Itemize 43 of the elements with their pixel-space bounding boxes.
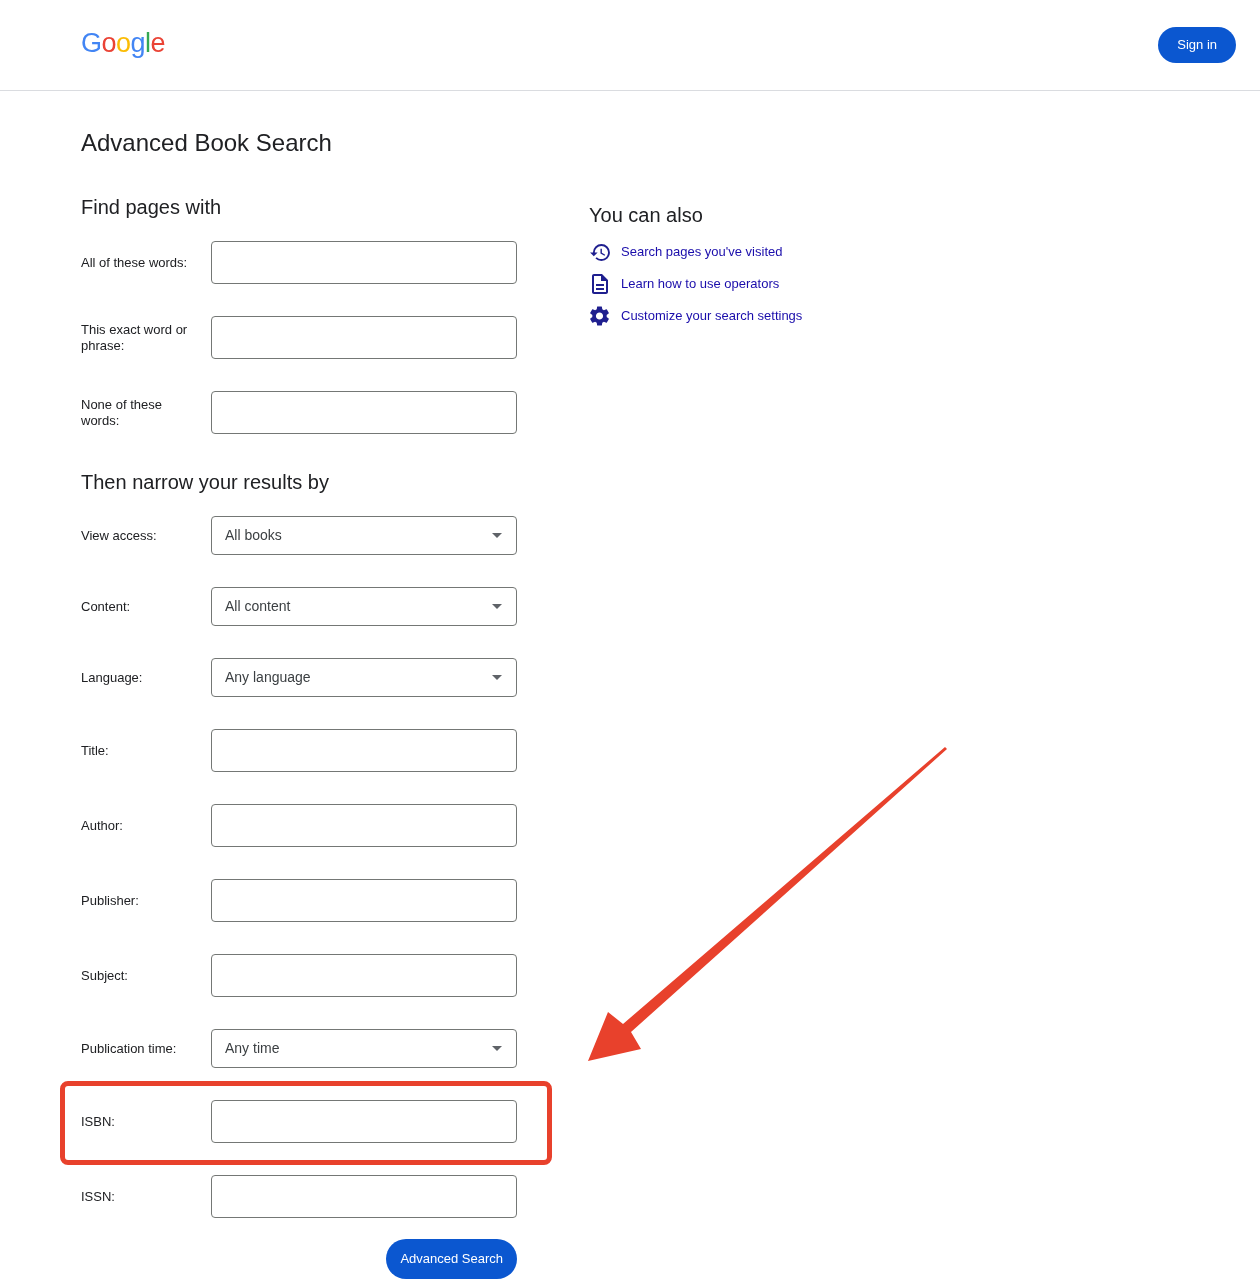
history-icon [589, 243, 610, 261]
field-label: Title: [81, 742, 110, 759]
section-heading: Then narrow your results by [81, 470, 330, 494]
input-field[interactable] [211, 879, 517, 922]
field-label: ISSN: [81, 1188, 116, 1205]
field-label: None of these words: [81, 396, 163, 429]
dropdown-field[interactable]: All books [211, 516, 517, 555]
dropdown-field[interactable]: Any language [211, 658, 517, 697]
input-field[interactable] [211, 316, 517, 359]
field-label: This exact word or phrase: [81, 321, 189, 354]
input-field[interactable] [211, 804, 517, 847]
field-label: Author: [81, 817, 124, 834]
visited-pages-link[interactable]: Search pages you've visited [621, 242, 783, 262]
input-field[interactable] [211, 729, 517, 772]
dropdown-field[interactable]: Any time [211, 1029, 517, 1068]
field-label: Publication time: [81, 1040, 178, 1057]
field-label: All of these words: [81, 254, 189, 271]
google-logo[interactable]: Google [81, 27, 166, 59]
field-label: ISBN: [81, 1113, 116, 1130]
field-label: Content: [81, 598, 132, 615]
document-icon [591, 274, 608, 294]
input-field[interactable] [211, 954, 517, 997]
side-heading: You can also [589, 203, 704, 227]
input-field[interactable] [211, 1175, 517, 1218]
field-label: View access: [81, 527, 158, 544]
input-field[interactable] [211, 241, 517, 284]
page-title: Advanced Book Search [81, 128, 333, 158]
advanced-search-button[interactable]: Advanced Search [386, 1239, 517, 1279]
field-label: Publisher: [81, 892, 140, 909]
section-heading: Find pages with [81, 195, 223, 219]
field-label: Subject: [81, 967, 129, 984]
input-field[interactable] [211, 1100, 517, 1143]
dropdown-field[interactable]: All content [211, 587, 517, 626]
input-field[interactable] [211, 391, 517, 434]
field-label: Language: [81, 669, 144, 686]
operators-help-link[interactable]: Learn how to use operators [621, 274, 780, 294]
dropdown-caret-icon [492, 533, 502, 538]
settings-icon [590, 306, 609, 326]
dropdown-caret-icon [492, 675, 502, 680]
dropdown-caret-icon [492, 604, 502, 609]
dropdown-caret-icon [492, 1046, 502, 1051]
search-settings-link[interactable]: Customize your search settings [621, 306, 803, 326]
sign-in-button[interactable]: Sign in [1158, 27, 1236, 63]
